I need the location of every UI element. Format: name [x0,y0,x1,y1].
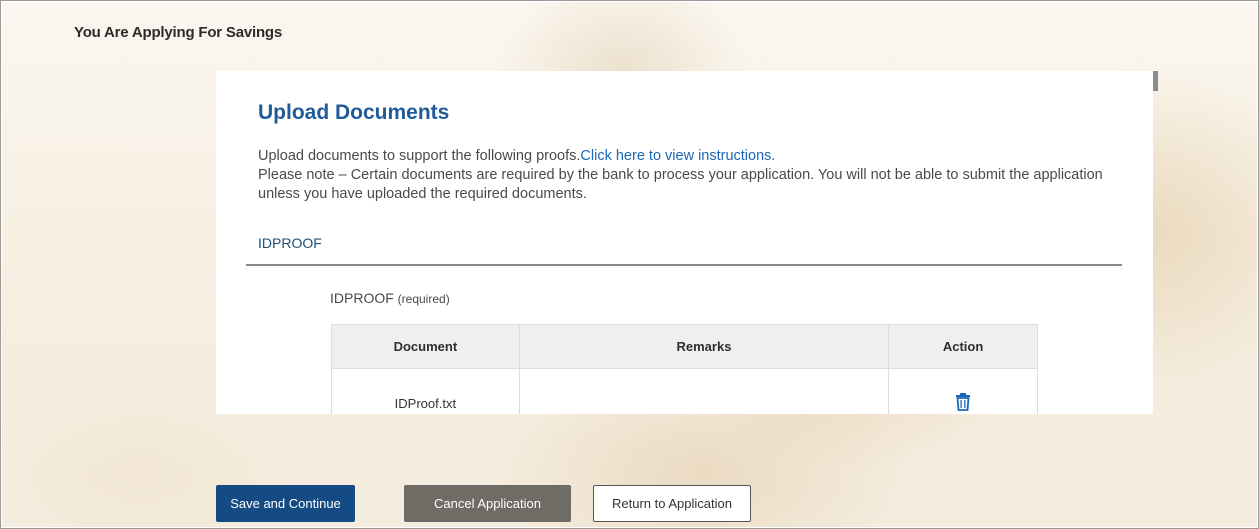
document-name-cell: IDProof.txt [331,368,520,414]
return-to-application-button[interactable]: Return to Application [593,485,751,522]
proof-name: IDPROOF [330,290,394,306]
section-idproof-label[interactable]: IDPROOF [258,235,322,251]
column-header-action: Action [888,324,1038,369]
column-header-remarks: Remarks [518,324,890,369]
required-tag: (required) [397,292,450,306]
upload-documents-panel[interactable]: Upload Documents Upload documents to sup… [216,71,1153,414]
intro-lead: Upload documents to support the followin… [258,148,581,164]
column-header-document: Document [331,324,520,369]
view-instructions-link[interactable]: Click here to view instructions. [580,148,775,164]
panel-title: Upload Documents [258,101,450,124]
note-text: Please note – Certain documents are requ… [258,167,1103,202]
cancel-application-button[interactable]: Cancel Application [404,485,571,522]
intro-text: Upload documents to support the followin… [258,147,1118,204]
page-heading: You Are Applying For Savings [74,24,283,41]
panel-scrollbar[interactable] [1153,71,1158,91]
action-cell [888,368,1038,414]
remarks-cell [518,368,890,414]
trash-icon[interactable] [956,393,971,411]
save-and-continue-button[interactable]: Save and Continue [216,485,355,522]
table-row: IDProof.txt [331,368,1038,414]
documents-table: Document Remarks Action IDProof.txt [331,324,1038,414]
table-header-row: Document Remarks Action [331,324,1038,369]
application-frame: You Are Applying For Savings Upload Docu… [0,0,1259,529]
section-divider [246,264,1122,266]
proof-requirement-label: IDPROOF (required) [330,290,450,306]
